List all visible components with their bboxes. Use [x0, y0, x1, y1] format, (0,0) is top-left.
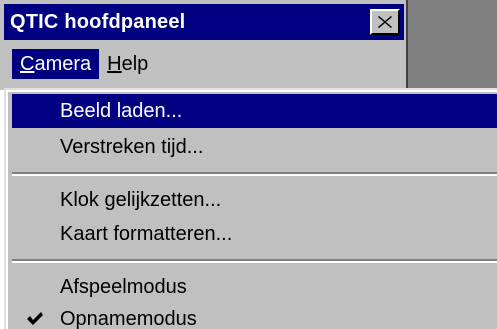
menu-item-label: Opnamemodus [60, 307, 197, 329]
menu-help-label-rest: elp [121, 53, 149, 75]
menu-separator [12, 172, 497, 176]
menu-item-kaart-formatteren[interactable]: Kaart formatteren... [12, 217, 497, 251]
menu-help-mnemonic: H [107, 53, 122, 75]
menu-item-opnamemodus[interactable]: Opnamemodus [12, 302, 497, 329]
menu-item-label: Klok gelijkzetten... [60, 188, 222, 211]
close-icon [378, 16, 392, 28]
menu-camera-mnemonic: C [20, 53, 35, 75]
menu-separator [12, 259, 497, 263]
menu-bar: Camera Help [4, 44, 404, 84]
menu-item-afspeelmodus[interactable]: Afspeelmodus [12, 270, 497, 304]
title-bar[interactable]: QTIC hoofdpaneel [4, 4, 404, 40]
menu-item-label: Verstreken tijd... [60, 135, 204, 158]
menu-item-klok-gelijkzetten[interactable]: Klok gelijkzetten... [12, 183, 497, 217]
menu-item-verstreken-tijd[interactable]: Verstreken tijd... [12, 130, 497, 164]
checkmark-icon [27, 312, 43, 325]
menu-camera-label-rest: amera [34, 53, 92, 75]
menu-item-beeld-laden[interactable]: Beeld laden... [12, 94, 497, 128]
menu-item-label: Kaart formatteren... [60, 222, 233, 245]
menu-item-label: Beeld laden... [60, 99, 183, 122]
camera-dropdown-menu: Beeld laden... Verstreken tijd... Klok g… [4, 88, 497, 329]
desktop-backdrop [408, 0, 497, 90]
main-window: QTIC hoofdpaneel Camera Help [0, 0, 408, 90]
screen: QTIC hoofdpaneel Camera Help Beeld laden… [0, 0, 497, 329]
close-button[interactable] [370, 9, 400, 35]
menu-item-label: Afspeelmodus [60, 275, 187, 298]
menu-camera[interactable]: Camera [12, 49, 100, 79]
window-title: QTIC hoofdpaneel [10, 10, 186, 33]
menu-help[interactable]: Help [99, 49, 156, 79]
